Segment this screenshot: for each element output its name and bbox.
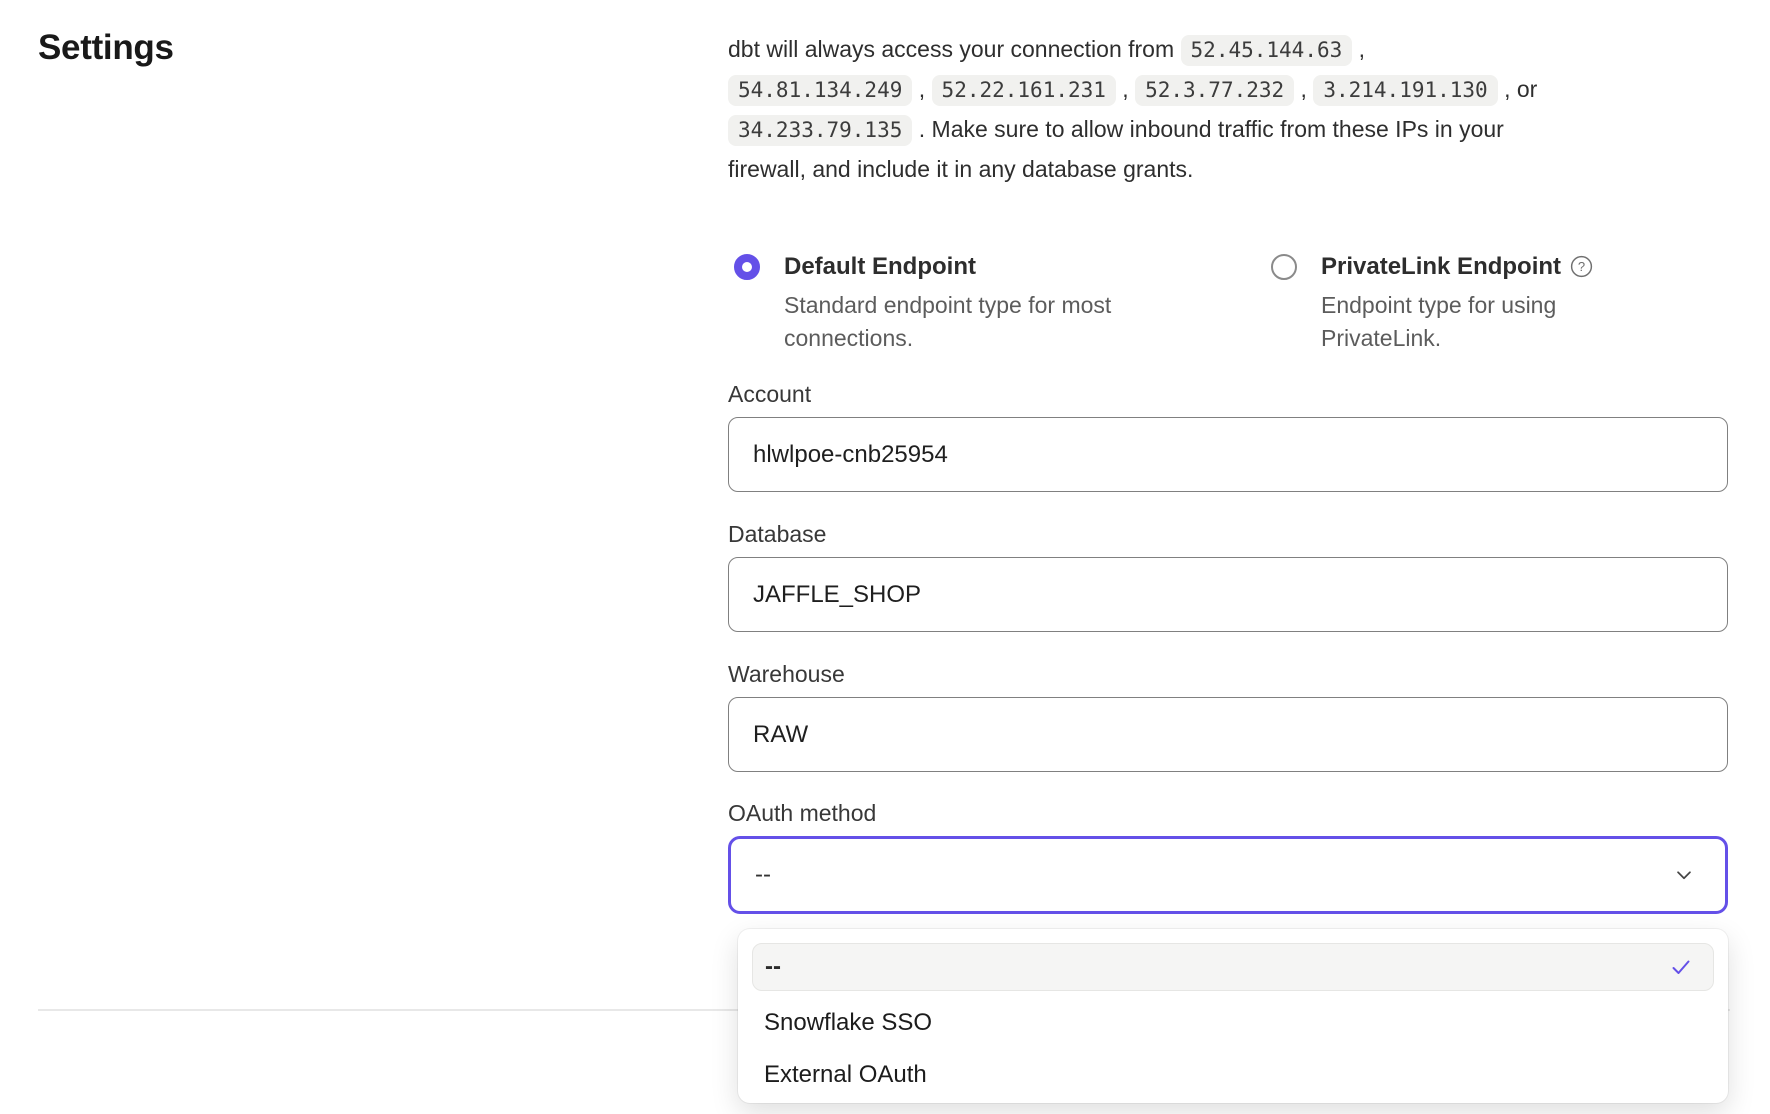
radio-description: Endpoint type for using PrivateLink. (1321, 289, 1586, 355)
oauth-method-dropdown: -- Snowflake SSO External OAuth (738, 929, 1728, 1103)
database-field-group: Database (728, 521, 1728, 632)
account-field-group: Account (728, 381, 1728, 492)
radio-selected-icon[interactable] (734, 254, 760, 280)
radio-description: Standard endpoint type for most connecti… (784, 289, 1154, 355)
option-label: External OAuth (764, 1061, 927, 1089)
settings-form: dbt will always access your connection f… (728, 0, 1728, 1114)
endpoint-type-group: Default Endpoint Standard endpoint type … (734, 252, 1594, 355)
warehouse-label: Warehouse (728, 661, 1728, 688)
database-input[interactable] (728, 557, 1728, 632)
radio-option-privatelink-endpoint[interactable]: PrivateLink Endpoint ? Endpoint type for… (1271, 252, 1594, 355)
svg-text:?: ? (1578, 258, 1585, 273)
ip-address-chip: 3.214.191.130 (1313, 75, 1497, 106)
oauth-method-label: OAuth method (728, 800, 1728, 827)
account-label: Account (728, 381, 1728, 408)
radio-unselected-icon[interactable] (1271, 254, 1297, 280)
database-label: Database (728, 521, 1728, 548)
option-label: Snowflake SSO (764, 1009, 932, 1037)
ip-address-chip: 52.22.161.231 (932, 75, 1116, 106)
warehouse-input[interactable] (728, 697, 1728, 772)
oauth-method-selected-value: -- (755, 861, 771, 889)
page-title: Settings (38, 28, 174, 68)
checkmark-icon (1669, 955, 1693, 979)
radio-option-default-endpoint[interactable]: Default Endpoint Standard endpoint type … (734, 252, 1271, 355)
radio-label: Default Endpoint (784, 252, 976, 282)
ip-address-chip: 52.45.144.63 (1181, 35, 1353, 66)
help-icon[interactable]: ? (1569, 254, 1594, 279)
oauth-method-select[interactable]: -- (728, 836, 1728, 914)
dropdown-option-none[interactable]: -- (752, 943, 1714, 991)
dropdown-option-external-oauth[interactable]: External OAuth (752, 1049, 1714, 1101)
dropdown-option-snowflake-sso[interactable]: Snowflake SSO (752, 997, 1714, 1049)
account-input[interactable] (728, 417, 1728, 492)
ip-address-chip: 34.233.79.135 (728, 115, 912, 146)
radio-label: PrivateLink Endpoint (1321, 252, 1561, 282)
oauth-method-field-group: OAuth method -- (728, 800, 1728, 914)
ip-address-chip: 52.3.77.232 (1135, 75, 1294, 106)
chevron-down-icon (1671, 862, 1697, 888)
ip-address-chip: 54.81.134.249 (728, 75, 912, 106)
option-label: -- (765, 953, 781, 981)
warehouse-field-group: Warehouse (728, 661, 1728, 772)
ip-allowlist-note: dbt will always access your connection f… (728, 30, 1728, 189)
